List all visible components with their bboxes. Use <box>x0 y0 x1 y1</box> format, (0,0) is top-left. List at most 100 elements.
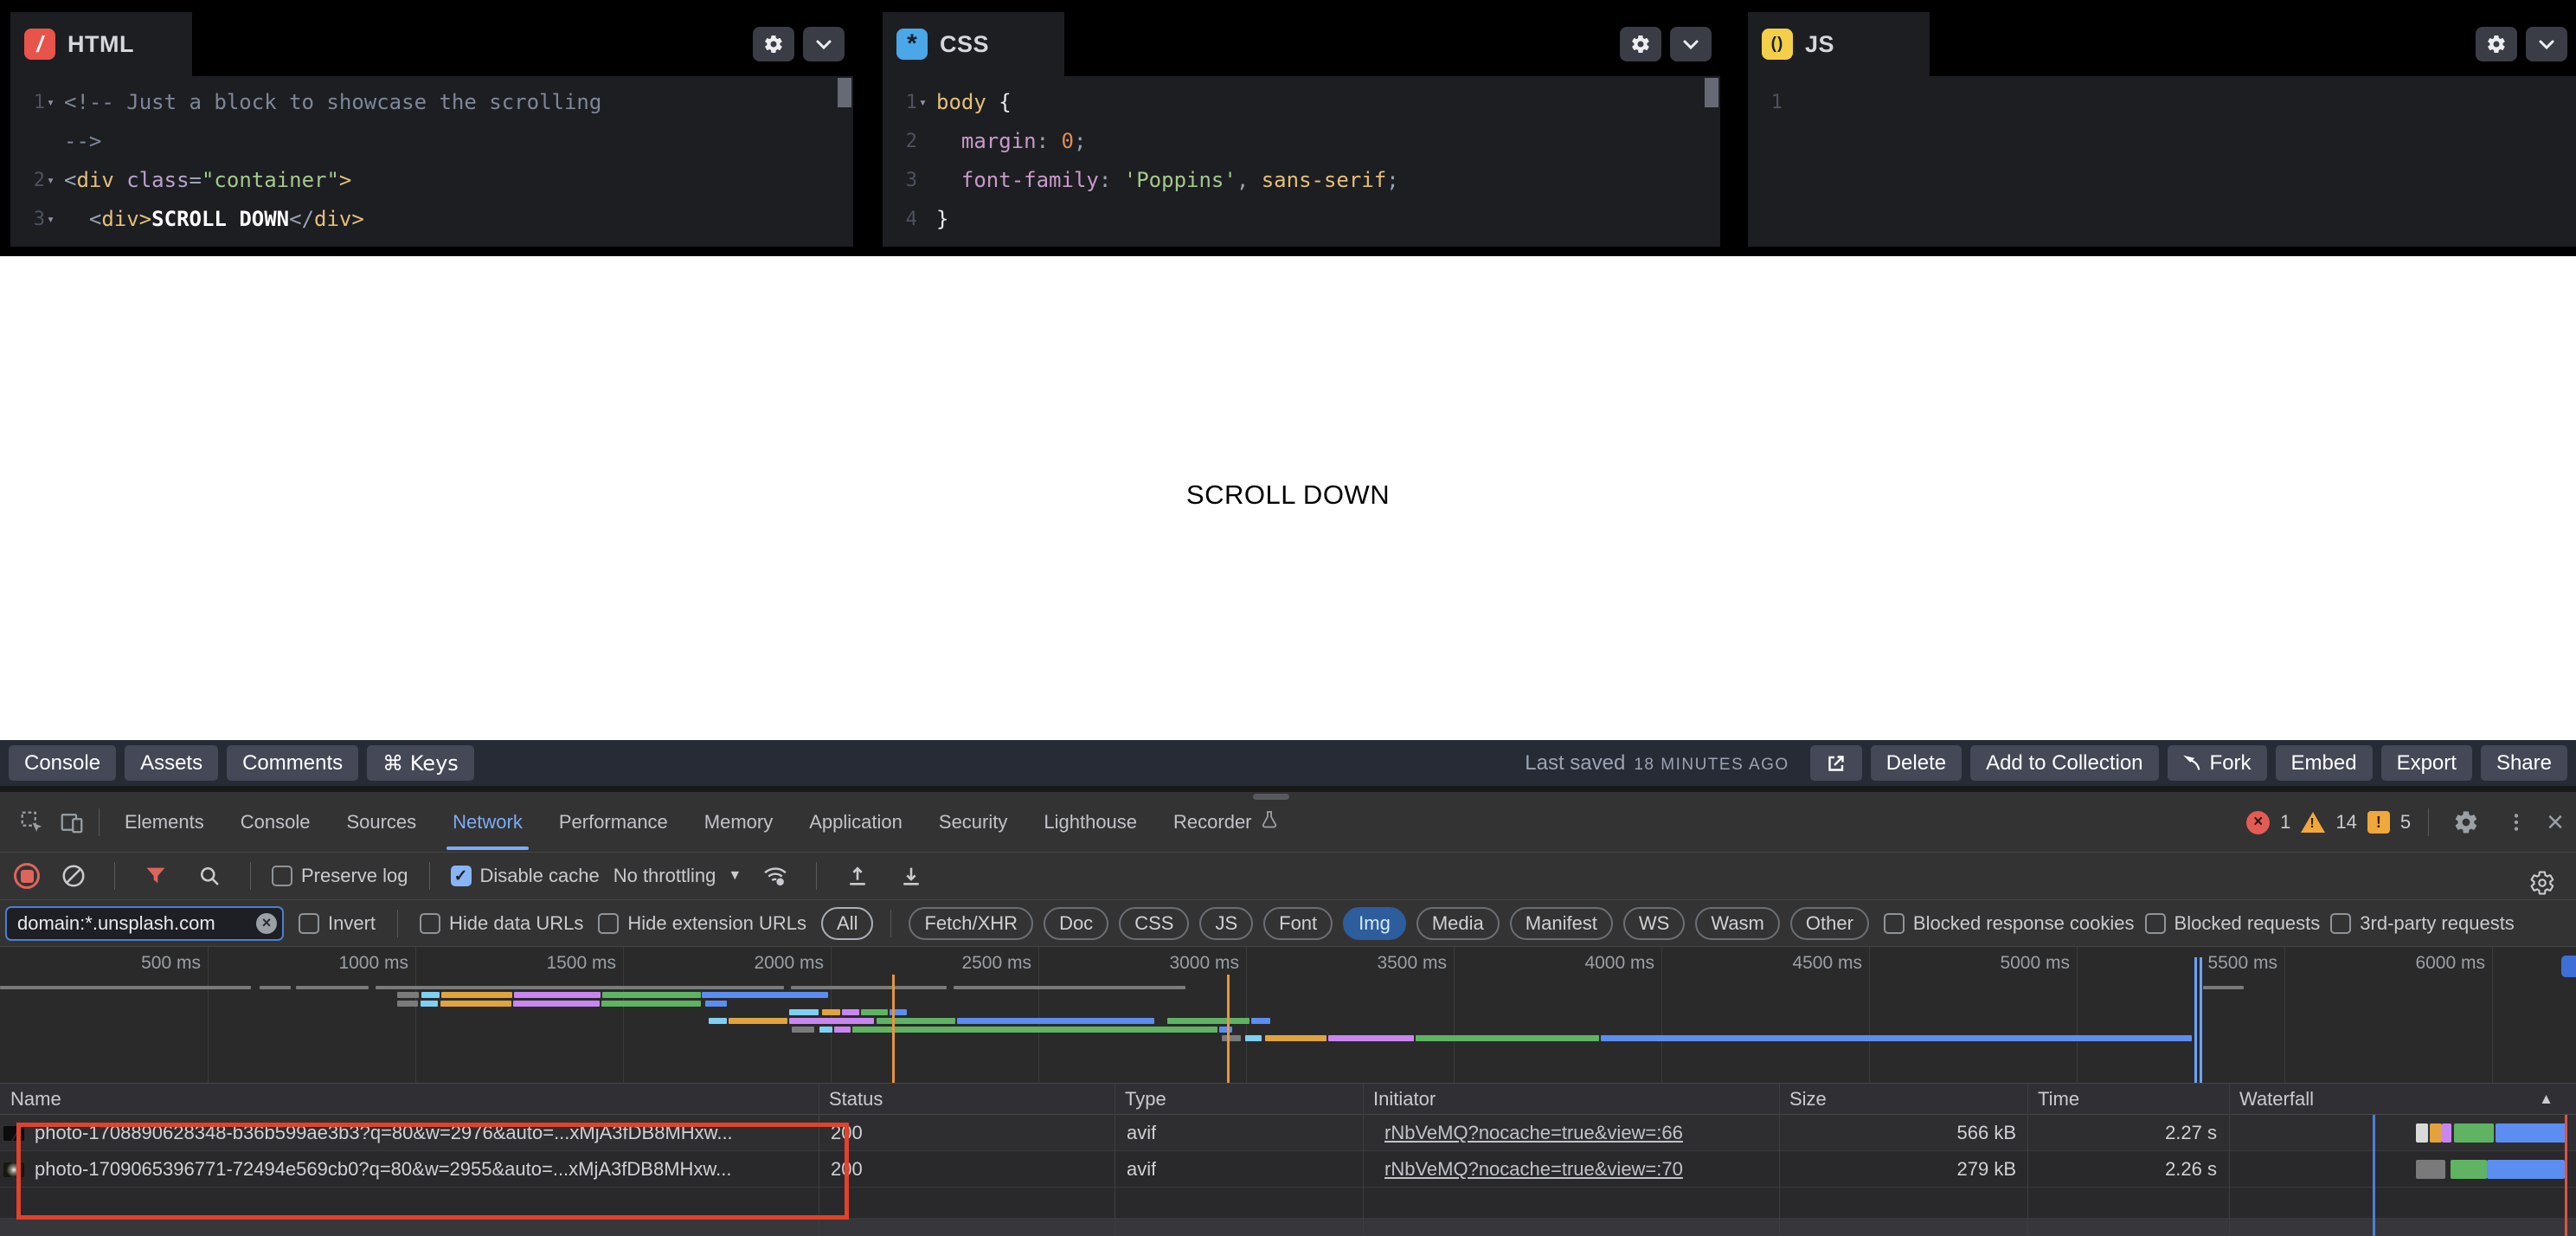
blocked-requests-checkbox[interactable]: Blocked requests <box>2145 912 2321 935</box>
code-editor-js[interactable]: 1 <box>1748 76 2576 247</box>
devtools-tab-lighthouse[interactable]: Lighthouse <box>1025 792 1155 853</box>
panel-settings-button[interactable] <box>1620 27 1661 61</box>
panel-collapse-button[interactable] <box>1670 27 1712 61</box>
share-button[interactable]: Share <box>2481 745 2567 781</box>
filter-pill-all[interactable]: All <box>821 907 873 940</box>
initiator-link[interactable]: rNbVeMQ?nocache=true&view=:66 <box>1384 1122 1683 1144</box>
column-header-type[interactable]: Type <box>1125 1084 1166 1115</box>
editor-scrollbar[interactable] <box>1705 78 1718 107</box>
checkbox-box[interactable] <box>2330 913 2351 934</box>
panel-settings-button[interactable] <box>753 27 794 61</box>
filter-pill-media[interactable]: Media <box>1416 907 1500 940</box>
export-button[interactable]: Export <box>2381 745 2472 781</box>
clear-network-log-icon[interactable] <box>54 856 93 896</box>
devtools-tab-console[interactable]: Console <box>222 792 329 853</box>
devtools-menu-icon[interactable] <box>2496 802 2536 842</box>
filter-pill-wasm[interactable]: Wasm <box>1695 907 1780 940</box>
export-har-icon[interactable] <box>891 856 931 896</box>
disable-cache-checkbox[interactable]: ✓ Disable cache <box>451 865 600 887</box>
devtools-tab-performance[interactable]: Performance <box>541 792 686 853</box>
fold-arrow-icon[interactable]: ▾ <box>47 200 59 239</box>
3rd-party-requests-checkbox[interactable]: 3rd-party requests <box>2330 912 2515 935</box>
filter-pill-img[interactable]: Img <box>1343 907 1406 940</box>
hide-extension-urls-checkbox[interactable]: Hide extension URLs <box>598 912 806 935</box>
devtools-tab-elements[interactable]: Elements <box>106 792 222 853</box>
filter-pill-js[interactable]: JS <box>1199 907 1253 940</box>
fold-arrow-icon[interactable]: ▾ <box>47 161 59 200</box>
filter-pill-font[interactable]: Font <box>1263 907 1333 940</box>
hide-data-urls-box[interactable] <box>420 913 440 934</box>
devtools-tab-memory[interactable]: Memory <box>686 792 791 853</box>
devtools-settings-icon[interactable] <box>2446 802 2486 842</box>
add-to-collection-button[interactable]: Add to Collection <box>1970 745 2158 781</box>
network-overview-timeline[interactable]: 500 ms1000 ms1500 ms2000 ms2500 ms3000 m… <box>0 947 2576 1084</box>
assets-button[interactable]: Assets <box>125 745 218 781</box>
column-separator[interactable] <box>1779 1084 1780 1236</box>
filter-pill-doc[interactable]: Doc <box>1044 907 1108 940</box>
throttling-dropdown[interactable]: No throttling ▼ <box>613 865 742 887</box>
column-header-waterfall[interactable]: Waterfall <box>2239 1084 2314 1115</box>
filter-pill-manifest[interactable]: Manifest <box>1510 907 1613 940</box>
devtools-tab-recorder[interactable]: Recorder <box>1155 792 1297 853</box>
tab-css[interactable]: *CSS <box>883 12 1064 76</box>
devtools-tab-security[interactable]: Security <box>921 792 1025 853</box>
devtools-tab-sources[interactable]: Sources <box>328 792 434 853</box>
column-header-status[interactable]: Status <box>829 1084 883 1115</box>
filter-pill-fetch-xhr[interactable]: Fetch/XHR <box>909 907 1033 940</box>
code-editor-css[interactable]: 1▾body {2 margin: 0;3 font-family: 'Popp… <box>883 76 1720 247</box>
keys-button[interactable]: ⌘ Keys <box>367 745 474 781</box>
hide-data-urls-checkbox[interactable]: Hide data URLs <box>420 912 583 935</box>
filter-pill-ws[interactable]: WS <box>1623 907 1685 940</box>
panel-collapse-button[interactable] <box>803 27 845 61</box>
record-network-log-button[interactable] <box>14 863 40 889</box>
invert-checkbox[interactable]: Invert <box>299 912 376 935</box>
blocked-response-cookies-checkbox[interactable]: Blocked response cookies <box>1884 912 2135 935</box>
tab-html[interactable]: /HTML <box>10 12 192 76</box>
filter-input[interactable] <box>5 906 284 941</box>
overview-scroll-indicator[interactable] <box>2561 956 2576 977</box>
filter-pill-css[interactable]: CSS <box>1119 907 1189 940</box>
devtools-tab-application[interactable]: Application <box>791 792 921 853</box>
inspect-element-icon[interactable] <box>12 802 52 842</box>
column-separator[interactable] <box>2027 1084 2028 1236</box>
devtools-drag-handle[interactable] <box>1253 794 1289 800</box>
network-settings-icon[interactable] <box>2522 863 2562 903</box>
fold-arrow-icon[interactable]: ▾ <box>919 83 931 122</box>
column-header-name[interactable]: Name <box>10 1084 61 1115</box>
sort-indicator-icon[interactable]: ▲ <box>2539 1084 2554 1115</box>
network-conditions-icon[interactable] <box>755 856 795 896</box>
fork-button[interactable]: Fork <box>2168 745 2267 781</box>
import-har-icon[interactable] <box>838 856 877 896</box>
comments-button[interactable]: Comments <box>227 745 358 781</box>
tab-js[interactable]: ()JS <box>1748 12 1930 76</box>
console-button[interactable]: Console <box>9 745 116 781</box>
filter-icon[interactable] <box>136 856 176 896</box>
search-icon[interactable] <box>190 856 229 896</box>
code-editor-html[interactable]: 1▾<!-- Just a block to showcase the scro… <box>10 76 853 247</box>
panel-settings-button[interactable] <box>2476 27 2517 61</box>
disable-cache-box[interactable]: ✓ <box>451 866 472 886</box>
delete-button[interactable]: Delete <box>1871 745 1962 781</box>
hide-extension-urls-box[interactable] <box>598 913 619 934</box>
checkbox-box[interactable] <box>1884 913 1905 934</box>
invert-box[interactable] <box>299 913 319 934</box>
editor-scrollbar[interactable] <box>838 78 851 107</box>
column-header-initiator[interactable]: Initiator <box>1373 1084 1436 1115</box>
warning-badge-icon[interactable]: ! <box>2301 812 2325 833</box>
error-badge-icon[interactable]: × <box>2246 811 2270 834</box>
column-header-time[interactable]: Time <box>2038 1084 2079 1115</box>
open-live-view-button[interactable] <box>1810 745 1862 781</box>
devtools-close-icon[interactable]: × <box>2547 808 2564 837</box>
preserve-log-checkbox[interactable]: Preserve log <box>272 865 408 887</box>
filter-pill-other[interactable]: Other <box>1790 907 1869 940</box>
device-toolbar-icon[interactable] <box>52 802 92 842</box>
clear-filter-icon[interactable]: × <box>256 913 277 934</box>
column-header-size[interactable]: Size <box>1789 1084 1827 1115</box>
embed-button[interactable]: Embed <box>2276 745 2373 781</box>
column-separator[interactable] <box>2229 1084 2230 1236</box>
checkbox-box[interactable] <box>2145 913 2166 934</box>
devtools-tab-network[interactable]: Network <box>434 792 541 853</box>
initiator-link[interactable]: rNbVeMQ?nocache=true&view=:70 <box>1384 1158 1683 1181</box>
panel-collapse-button[interactable] <box>2526 27 2567 61</box>
fold-arrow-icon[interactable]: ▾ <box>47 83 59 122</box>
